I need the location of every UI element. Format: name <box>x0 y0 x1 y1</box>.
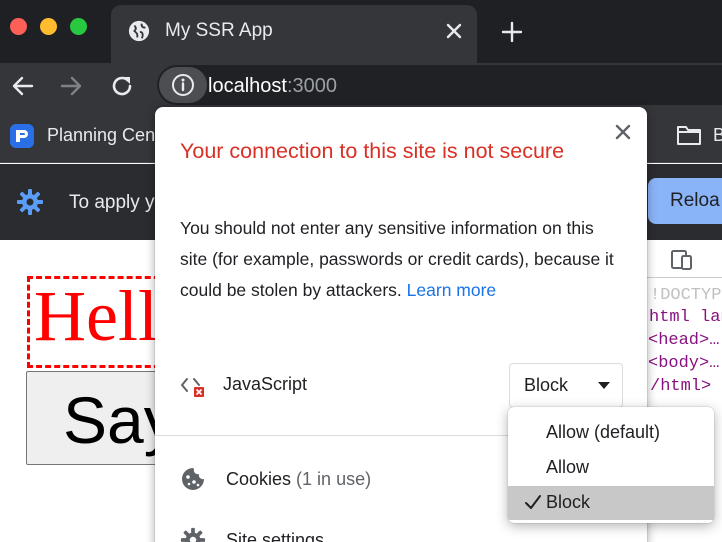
browser-tab[interactable]: My SSR App <box>111 5 477 63</box>
devtools-toolbar <box>640 240 722 278</box>
devtools-line[interactable]: <body>… <box>648 354 719 373</box>
new-tab-icon[interactable] <box>500 20 524 44</box>
device-toolbar-icon[interactable] <box>670 247 694 271</box>
title-bar: My SSR App <box>0 0 722 63</box>
connection-warning-body: You should not enter any sensitive infor… <box>180 218 614 300</box>
reload-button-label: Reloa <box>670 190 720 211</box>
menu-option-block[interactable]: Block <box>508 486 714 520</box>
cookie-icon <box>182 468 204 490</box>
javascript-blocked-icon <box>181 378 204 397</box>
javascript-permission-label: JavaScript <box>223 374 308 394</box>
learn-more-link[interactable]: Learn more <box>407 280 497 300</box>
reload-icon[interactable] <box>108 72 136 100</box>
browser-toolbar: localhost:3000 <box>0 63 722 108</box>
planning-center-icon[interactable] <box>10 124 34 148</box>
devtools-doctype: !DOCTYP <box>650 286 722 305</box>
devtools-line[interactable]: html lan <box>649 308 722 327</box>
chevron-down-icon <box>598 382 610 389</box>
globe-icon <box>128 20 150 42</box>
javascript-permission-select[interactable]: Block <box>509 363 623 408</box>
back-arrow-icon[interactable] <box>10 73 36 99</box>
bookmark-planning-center[interactable]: Planning Cen <box>47 125 155 146</box>
tab-title: My SSR App <box>165 20 273 41</box>
settings-gear-icon <box>180 527 206 542</box>
zoom-window-button[interactable] <box>70 18 87 35</box>
site-info-button[interactable] <box>159 67 207 103</box>
connection-warning-title: Your connection to this site is not secu… <box>180 139 565 163</box>
close-window-button[interactable] <box>10 18 27 35</box>
menu-option-allow-default[interactable]: Allow (default) <box>508 416 714 450</box>
close-tab-icon[interactable] <box>442 19 466 43</box>
forward-arrow-icon[interactable] <box>58 73 84 99</box>
site-settings-row[interactable]: Site settings <box>226 530 324 542</box>
gear-icon <box>17 189 43 215</box>
bookmark-folder-label[interactable]: B <box>713 125 722 146</box>
menu-option-allow[interactable]: Allow <box>508 451 714 485</box>
permission-dropdown-menu: Allow (default) Allow Block <box>508 407 714 523</box>
devtools-line[interactable]: <head>… <box>648 331 719 350</box>
info-icon <box>172 74 194 96</box>
cookies-row[interactable]: Cookies (1 in use) <box>226 469 371 490</box>
minimize-window-button[interactable] <box>40 18 57 35</box>
info-bar-message: To apply y <box>69 192 155 213</box>
permission-select-value: Block <box>524 375 569 395</box>
reload-button[interactable]: Reloa <box>648 178 722 224</box>
devtools-line[interactable]: /html> <box>650 377 711 396</box>
folder-icon[interactable] <box>676 123 702 147</box>
checkmark-icon <box>525 495 541 509</box>
close-icon[interactable] <box>612 121 634 143</box>
address-bar[interactable]: localhost:3000 <box>157 65 722 105</box>
url-text: localhost:3000 <box>208 75 337 97</box>
